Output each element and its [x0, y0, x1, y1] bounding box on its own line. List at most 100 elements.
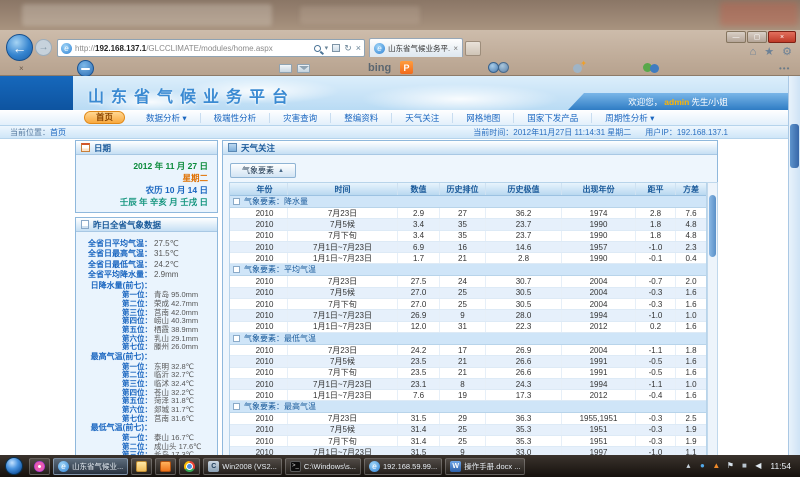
taskbar-button[interactable]: 192.168.59.99... — [364, 458, 442, 475]
tray-icon[interactable]: ■ — [739, 462, 749, 470]
minimize-button[interactable]: — — [726, 31, 746, 43]
table-row[interactable]: 20107月5候27.02530.52004-0.31.6 — [230, 288, 706, 299]
column-header[interactable]: 距平 — [636, 183, 676, 195]
table-row[interactable]: 20101月1日~7月23日12.03122.320120.21.6 — [230, 322, 706, 333]
table-scrollbar[interactable] — [707, 182, 718, 500]
breadcrumb-current[interactable]: 首页 — [50, 128, 66, 137]
address-bar-icons: ▾ ↻ × — [314, 43, 361, 54]
table-cell: 2.0 — [676, 276, 706, 286]
tab-close-icon[interactable]: × — [453, 44, 458, 53]
settings-gear-icon[interactable]: ⚙ — [782, 45, 792, 58]
nav-item[interactable]: 国家下发产品 — [514, 113, 592, 123]
table-cell: 7月下旬 — [288, 231, 398, 241]
taskbar-button[interactable] — [29, 458, 50, 475]
page-scrollbar-thumb[interactable] — [790, 124, 799, 168]
bing-logo[interactable]: bing — [368, 62, 391, 74]
card-toolbar-icon[interactable] — [279, 64, 292, 73]
table-row[interactable]: 20107月1日~7月23日26.9928.01994-1.01.0 — [230, 310, 706, 321]
page-scrollbar[interactable] — [788, 76, 800, 500]
column-header[interactable]: 时间 — [288, 183, 398, 195]
nav-item[interactable]: 整编资料 — [331, 113, 392, 123]
table-row[interactable]: 20107月1日~7月23日23.1824.31994-1.11.0 — [230, 379, 706, 390]
column-header[interactable]: 方差 — [676, 183, 706, 195]
table-row[interactable]: 20107月下旬3.43523.719901.84.8 — [230, 231, 706, 242]
toolbar-overflow-icon[interactable]: ••• — [779, 64, 790, 73]
group-header-row[interactable]: 气象要素：最高气温 — [230, 401, 706, 413]
group-header-row[interactable]: 气象要素：最低气温 — [230, 333, 706, 345]
forward-button[interactable]: → — [35, 39, 52, 56]
search-icon[interactable] — [314, 45, 321, 52]
table-scrollbar-thumb[interactable] — [709, 195, 716, 257]
url-text[interactable]: http://192.168.137.1/GLCCLIMATE/modules/… — [75, 44, 311, 53]
start-button[interactable] — [5, 457, 23, 475]
group-checkbox[interactable] — [233, 266, 240, 273]
chevron-down-icon[interactable]: ▾ — [325, 44, 329, 52]
back-button[interactable]: ← — [6, 34, 33, 61]
column-header[interactable]: 年份 — [242, 183, 288, 195]
table-row[interactable]: 20107月5候3.43523.719901.84.8 — [230, 219, 706, 230]
tray-icon[interactable]: ▴ — [683, 462, 693, 470]
nav-item[interactable]: 极端性分析 — [201, 113, 271, 123]
table-cell: 24.3 — [486, 379, 562, 389]
nav-item[interactable]: 网格地图 — [453, 113, 514, 123]
people-toolbar-icon[interactable] — [643, 62, 660, 73]
table-row[interactable]: 20107月23日27.52430.72004-0.72.0 — [230, 276, 706, 287]
table-row[interactable]: 20107月23日2.92736.219742.87.6 — [230, 208, 706, 219]
column-header[interactable]: 历史排位 — [440, 183, 486, 195]
column-header[interactable]: 历史极值 — [486, 183, 562, 195]
taskbar-button[interactable]: C:\Windows\s... — [285, 458, 361, 475]
table-row[interactable]: 20107月5候23.52126.61991-0.51.6 — [230, 356, 706, 367]
stop-icon[interactable]: × — [356, 43, 361, 53]
home-icon[interactable]: ⌂ — [750, 46, 757, 58]
favorites-star-icon[interactable]: ★ — [764, 45, 774, 58]
taskbar-button[interactable]: Win2008 (VS2... — [203, 458, 282, 475]
table-row[interactable]: 20107月23日31.52936.31955,1951-0.32.5 — [230, 413, 706, 424]
nav-item[interactable]: 数据分析 ▾ — [133, 113, 201, 123]
taskbar-button[interactable] — [179, 458, 200, 475]
close-button[interactable]: × — [768, 31, 796, 43]
nav-item[interactable]: 天气关注 — [392, 113, 453, 123]
column-header[interactable]: 数值 — [398, 183, 440, 195]
compatibility-view-icon[interactable] — [332, 44, 340, 52]
addon-blocked-icon[interactable] — [77, 60, 94, 77]
table-row[interactable]: 20101月1日~7月23日1.7212.81990-0.10.4 — [230, 253, 706, 264]
table-cell: 23.7 — [486, 219, 562, 229]
maximize-button[interactable]: ▢ — [747, 31, 767, 43]
column-header[interactable]: 出现年份 — [562, 183, 636, 195]
taskbar-button[interactable] — [155, 458, 176, 475]
tray-icon[interactable]: ⚑ — [725, 462, 735, 470]
taskbar-button[interactable]: 操作手册.docx ... — [445, 458, 525, 475]
table-row[interactable]: 20107月下旬23.52126.61991-0.51.6 — [230, 368, 706, 379]
nav-item[interactable]: 首页 — [84, 111, 125, 124]
group-header-row[interactable]: 气象要素：降水量 — [230, 196, 706, 208]
table-row[interactable]: 20107月下旬31.42535.31951-0.31.9 — [230, 436, 706, 447]
table-group: 气象要素：平均气温 20107月23日27.52430.72004-0.72.0… — [230, 264, 706, 332]
group-checkbox[interactable] — [233, 198, 240, 205]
bing-app-icon[interactable]: P — [400, 61, 413, 74]
table-row[interactable]: 20107月1日~7月23日6.91614.61957-1.02.3 — [230, 242, 706, 253]
person-star-toolbar-icon[interactable] — [573, 61, 587, 74]
tray-icon[interactable]: ● — [697, 462, 707, 470]
taskbar-button[interactable] — [131, 458, 152, 475]
address-bar[interactable]: e http://192.168.137.1/GLCCLIMATE/module… — [57, 39, 365, 57]
taskbar-clock[interactable]: 11:54 — [770, 461, 791, 471]
nav-item[interactable]: 周期性分析 ▾ — [592, 113, 667, 123]
group-header-row[interactable]: 气象要素：平均气温 — [230, 264, 706, 276]
table-row[interactable]: 20101月1日~7月23日7.61917.32012-0.41.6 — [230, 390, 706, 401]
refresh-icon[interactable]: ↻ — [344, 43, 352, 54]
browser-tab[interactable]: e 山东省气候业务平... × — [369, 38, 463, 57]
table-row[interactable]: 20107月下旬27.02530.52004-0.31.6 — [230, 299, 706, 310]
tray-icon[interactable]: ▲ — [711, 462, 721, 470]
tray-icon[interactable]: ◀ — [753, 462, 763, 470]
table-row[interactable]: 20107月23日24.21726.92004-1.11.8 — [230, 345, 706, 356]
new-tab-button[interactable] — [465, 41, 481, 56]
table-row[interactable]: 20107月5候31.42535.31951-0.31.9 — [230, 425, 706, 436]
group-checkbox[interactable] — [233, 403, 240, 410]
mail-toolbar-icon[interactable] — [297, 64, 310, 73]
group-checkbox[interactable] — [233, 335, 240, 342]
toolbar-close-icon[interactable]: × — [19, 64, 24, 73]
element-filter-button[interactable]: 气象要素 ▲ — [230, 163, 296, 178]
camera-toolbar-icon[interactable] — [488, 62, 510, 73]
taskbar-button[interactable]: 山东省气候业... — [53, 458, 128, 475]
nav-item[interactable]: 灾害查询 — [270, 113, 331, 123]
